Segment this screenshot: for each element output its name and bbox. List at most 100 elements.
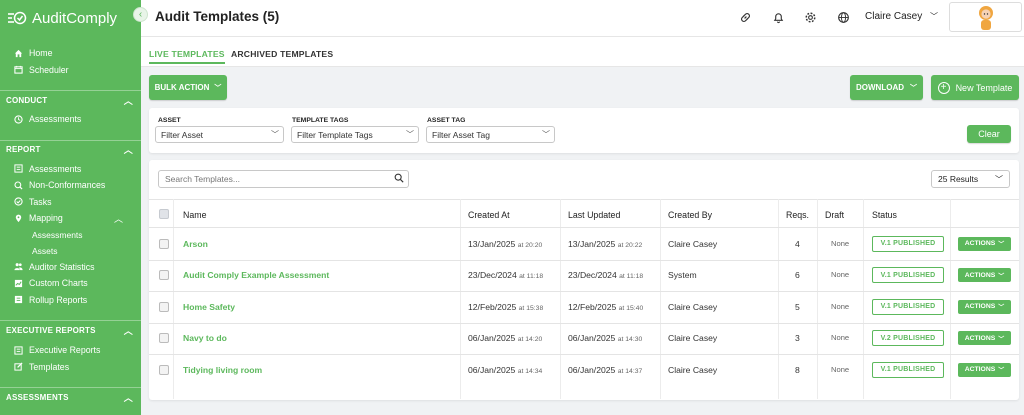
created-by-cell: Claire Casey — [668, 238, 718, 249]
bulk-action-button[interactable]: BULK ACTION ﹀ — [149, 75, 227, 100]
user-name: Claire Casey — [865, 11, 923, 22]
sidebar-item-custom-charts[interactable]: Custom Charts — [0, 275, 141, 292]
template-name-link[interactable]: Tidying living room — [183, 365, 262, 375]
row-checkbox[interactable] — [159, 238, 169, 249]
template-name-link[interactable]: Arson — [183, 239, 208, 249]
actions-button[interactable]: ACTIONS ﹀ — [958, 331, 1011, 346]
sidebar-subitem-mapping-assessments[interactable]: Assessments — [0, 227, 141, 243]
actions-button[interactable]: ACTIONS ﹀ — [958, 362, 1011, 377]
calendar-icon — [14, 65, 23, 74]
section-title: REPORT — [6, 145, 41, 154]
sidebar-item-scheduler[interactable]: Scheduler — [0, 62, 141, 79]
chevron-up-icon: ︿ — [123, 325, 133, 336]
created-at-cell: 06/Jan/2025 at 14:34 — [468, 365, 542, 375]
select-all-checkbox[interactable] — [159, 209, 169, 219]
check-circle-icon — [14, 197, 23, 206]
sidebar-item-non-conformances[interactable]: Non-Conformances — [0, 177, 141, 194]
created-by-cell: Claire Casey — [668, 333, 718, 344]
sidebar-item-conduct-assessments[interactable]: Assessments — [0, 111, 141, 128]
bell-icon[interactable] — [771, 10, 785, 24]
avatar[interactable] — [949, 2, 1022, 32]
row-checkbox[interactable] — [159, 301, 169, 312]
new-template-button[interactable]: + New Template — [931, 75, 1019, 100]
edit-icon — [14, 362, 23, 371]
column-header-created-at[interactable]: Created At — [468, 210, 510, 220]
chevron-down-icon: ﹀ — [542, 130, 550, 139]
column-header-last-updated[interactable]: Last Updated — [568, 210, 620, 220]
actions-label: ACTIONS — [964, 271, 996, 279]
section-conduct[interactable]: CONDUCT ︿ — [0, 90, 141, 109]
template-name-link[interactable]: Navy to do — [183, 333, 227, 343]
row-checkbox[interactable] — [159, 270, 169, 281]
column-header-name[interactable]: Name — [183, 210, 206, 220]
sidebar-item-auditor-statistics[interactable]: Auditor Statistics — [0, 259, 141, 276]
sidebar-item-tasks[interactable]: Tasks — [0, 194, 141, 211]
sidebar-item-executive-reports[interactable]: Executive Reports — [0, 342, 141, 359]
row-checkbox[interactable] — [159, 333, 169, 344]
actions-button[interactable]: ACTIONS ﹀ — [958, 299, 1011, 314]
section-report[interactable]: REPORT ︿ — [0, 139, 141, 159]
tab-archived-templates[interactable]: ARCHIVED TEMPLATES — [231, 49, 333, 59]
template-tags-filter-label: TEMPLATE TAGS — [292, 117, 349, 124]
column-header-draft[interactable]: Draft — [825, 210, 844, 220]
reqs-cell: 4 — [795, 238, 800, 249]
search-input[interactable]: Search Templates... — [158, 170, 409, 188]
tab-live-templates[interactable]: LIVE TEMPLATES — [149, 49, 225, 64]
divider — [149, 322, 1019, 324]
chevron-up-icon: ︿ — [123, 95, 133, 106]
sidebar-item-mapping[interactable]: Mapping ︿ — [0, 210, 141, 227]
column-header-created-by[interactable]: Created By — [668, 210, 712, 220]
section-title: CONDUCT — [6, 95, 48, 105]
created-time: at 14:20 — [517, 336, 543, 344]
actions-button[interactable]: ACTIONS ﹀ — [958, 236, 1011, 251]
actions-button[interactable]: ACTIONS ﹀ — [958, 268, 1011, 283]
user-menu[interactable]: Claire Casey ﹀ — [865, 11, 938, 22]
sidebar-item-home[interactable]: Home — [0, 45, 141, 62]
row-checkbox[interactable] — [159, 364, 169, 375]
globe-icon[interactable] — [836, 10, 850, 24]
created-at-cell: 13/Jan/2025 at 20:20 — [468, 239, 542, 249]
asset-filter-select[interactable]: Filter Asset ﹀ — [155, 126, 284, 143]
sidebar-subitem-mapping-assets[interactable]: Assets — [0, 243, 141, 259]
created-date: 13/Jan/2025 — [468, 238, 516, 249]
asset-tag-filter-select[interactable]: Filter Asset Tag ﹀ — [426, 126, 555, 143]
template-tags-filter-value: Filter Template Tags — [297, 129, 373, 140]
sidebar-item-label: Non-Conformances — [29, 180, 106, 191]
download-button[interactable]: DOWNLOAD ﹀ — [850, 75, 923, 100]
divider — [173, 199, 174, 399]
updated-time: at 15:40 — [618, 304, 644, 312]
sidebar-item-rollup-reports[interactable]: Rollup Reports — [0, 292, 141, 309]
link-icon[interactable] — [738, 10, 752, 24]
gear-icon[interactable] — [803, 10, 817, 24]
draft-cell: None — [831, 364, 850, 374]
divider — [778, 199, 779, 399]
column-header-status[interactable]: Status — [872, 210, 897, 220]
app-logo[interactable]: AuditComply — [0, 0, 141, 36]
created-time: at 20:20 — [517, 241, 543, 249]
sidebar-item-report-assessments[interactable]: Assessments — [0, 161, 141, 178]
created-date: 06/Jan/2025 — [468, 364, 516, 375]
chevron-up-icon: ︿ — [123, 392, 133, 403]
created-time: at 11:18 — [519, 273, 544, 281]
template-name-link[interactable]: Home Safety — [183, 302, 235, 312]
chevron-down-icon: ﹀ — [910, 84, 917, 92]
home-icon — [14, 49, 23, 58]
chevron-down-icon: ﹀ — [930, 12, 939, 21]
clear-filters-button[interactable]: Clear — [967, 125, 1011, 143]
section-assessments[interactable]: ASSESSMENTS ︿ — [0, 387, 141, 406]
sidebar-collapse-button[interactable]: ‹ — [133, 7, 148, 22]
section-executive-reports[interactable]: EXECUTIVE REPORTS ︿ — [0, 320, 141, 339]
sidebar-item-templates[interactable]: Templates — [0, 359, 141, 376]
search-icon — [394, 173, 404, 185]
template-tags-filter-select[interactable]: Filter Template Tags ﹀ — [291, 126, 419, 143]
template-name-link[interactable]: Audit Comply Example Assessment — [183, 270, 329, 280]
created-time: at 14:34 — [517, 367, 543, 375]
list-icon — [14, 164, 23, 173]
search-placeholder: Search Templates... — [165, 174, 240, 184]
rollup-icon — [14, 295, 23, 304]
status-badge: V.1 PUBLISHED — [872, 298, 944, 315]
column-header-reqs[interactable]: Reqs. — [786, 210, 809, 220]
people-icon — [14, 262, 23, 271]
results-per-page-select[interactable]: 25 Results ﹀ — [931, 170, 1010, 188]
actions-label: ACTIONS — [964, 303, 996, 311]
